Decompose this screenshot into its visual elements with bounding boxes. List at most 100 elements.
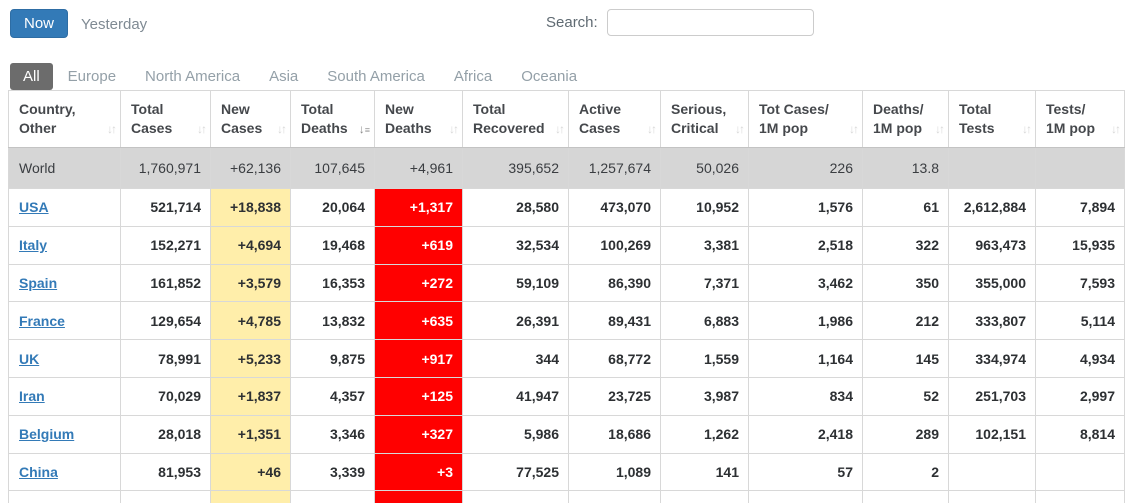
sort-both-icon: ↓↑ — [1111, 122, 1119, 136]
cell-total-recovered: 41,947 — [463, 377, 569, 415]
tab-africa[interactable]: Africa — [454, 68, 492, 85]
cell-tests-per-1m: 15,935 — [1036, 226, 1125, 264]
cell-tests-per-1m: 7,593 — [1036, 264, 1125, 302]
country-link[interactable]: France — [19, 313, 65, 329]
column-header-total-deaths[interactable]: TotalDeaths↓≡ — [291, 91, 375, 148]
sort-both-icon: ↓↑ — [197, 122, 205, 136]
cell-new-cases: +1,837 — [211, 377, 291, 415]
column-header-new-cases[interactable]: NewCases↓↑ — [211, 91, 291, 148]
sort-both-icon: ↓↑ — [935, 122, 943, 136]
table-row-france: France129,654+4,78513,832+63526,39189,43… — [9, 302, 1125, 340]
cell-new-deaths: +1,317 — [375, 189, 463, 227]
cell-new-deaths: +125 — [375, 377, 463, 415]
column-header-new-deaths[interactable]: NewDeaths↓↑ — [375, 91, 463, 148]
table-row-china: China81,953+463,339+377,5251,089141572 — [9, 453, 1125, 491]
cell-tests-per-1m: 7,894 — [1036, 189, 1125, 227]
tab-asia[interactable]: Asia — [269, 68, 298, 85]
cell-cases-per-1m: 3,462 — [749, 264, 863, 302]
cell-tests-per-1m: 5,114 — [1036, 302, 1125, 340]
cell-total-tests: 334,974 — [949, 340, 1036, 378]
cell-country: France — [9, 302, 121, 340]
cell-deaths-per-1m: 322 — [863, 226, 949, 264]
column-header-total-cases[interactable]: TotalCases↓↑ — [121, 91, 211, 148]
cell-country: Italy — [9, 226, 121, 264]
cell-total-recovered: 5,986 — [463, 415, 569, 453]
cell-total-deaths: 3,346 — [291, 415, 375, 453]
country-link[interactable]: Spain — [19, 275, 57, 291]
cell-serious-critical: 3,381 — [661, 226, 749, 264]
cell-serious-critical: 6,883 — [661, 302, 749, 340]
table-row-uk: UK78,991+5,2339,875+91734468,7721,5591,1… — [9, 340, 1125, 378]
column-header-total-recovered[interactable]: TotalRecovered↓↑ — [463, 91, 569, 148]
table-row-usa: USA521,714+18,83820,064+1,31728,580473,0… — [9, 189, 1125, 227]
cell-tests-per-1m: 2,997 — [1036, 377, 1125, 415]
cell-new-deaths: +3 — [375, 453, 463, 491]
tab-europe[interactable]: Europe — [68, 68, 116, 85]
table-row-partial — [9, 491, 1125, 503]
cell-active-cases: 86,390 — [569, 264, 661, 302]
country-link[interactable]: China — [19, 464, 58, 480]
cell-tests-per-1m — [1036, 491, 1125, 503]
column-header-cases-per-1m[interactable]: Tot Cases/1M pop↓↑ — [749, 91, 863, 148]
cell-total-deaths: 9,875 — [291, 340, 375, 378]
cell-total-deaths: 4,357 — [291, 377, 375, 415]
cell-country: USA — [9, 189, 121, 227]
cell-total-deaths — [291, 491, 375, 503]
cell-new-deaths: +327 — [375, 415, 463, 453]
cell-new-cases: +5,233 — [211, 340, 291, 378]
tab-north-america[interactable]: North America — [145, 68, 240, 85]
cell-tests-per-1m: 4,934 — [1036, 340, 1125, 378]
yesterday-button[interactable]: Yesterday — [81, 16, 147, 33]
column-header-active-cases[interactable]: ActiveCases↓↑ — [569, 91, 661, 148]
column-header-tests-per-1m[interactable]: Tests/1M pop↓↑ — [1036, 91, 1125, 148]
cell-active-cases: 473,070 — [569, 189, 661, 227]
cell-deaths-per-1m: 350 — [863, 264, 949, 302]
cell-total-cases: 28,018 — [121, 415, 211, 453]
cell-serious-critical: 3,987 — [661, 377, 749, 415]
table-row-italy: Italy152,271+4,69419,468+61932,534100,26… — [9, 226, 1125, 264]
cell-new-cases: +4,785 — [211, 302, 291, 340]
cell-total-tests: 355,000 — [949, 264, 1036, 302]
tab-oceania[interactable]: Oceania — [521, 68, 577, 85]
country-link[interactable]: Italy — [19, 237, 47, 253]
cell-country — [9, 491, 121, 503]
now-button[interactable]: Now — [10, 9, 68, 38]
cell-country: Belgium — [9, 415, 121, 453]
cell-new-deaths — [375, 491, 463, 503]
cell-active-cases: 23,725 — [569, 377, 661, 415]
cell-total-cases: 521,714 — [121, 189, 211, 227]
country-link[interactable]: USA — [19, 199, 49, 215]
country-link[interactable]: UK — [19, 351, 39, 367]
country-link[interactable]: Iran — [19, 388, 45, 404]
column-header-total-tests[interactable]: TotalTests↓↑ — [949, 91, 1036, 148]
cell-total-cases: 78,991 — [121, 340, 211, 378]
tab-all[interactable]: All — [10, 63, 53, 90]
cell-country: World — [9, 148, 121, 189]
cell-deaths-per-1m: 289 — [863, 415, 949, 453]
cell-total-tests: 963,473 — [949, 226, 1036, 264]
sort-both-icon: ↓↑ — [1022, 122, 1030, 136]
tab-south-america[interactable]: South America — [327, 68, 425, 85]
cell-new-deaths: +619 — [375, 226, 463, 264]
cell-deaths-per-1m — [863, 491, 949, 503]
table-row-spain: Spain161,852+3,57916,353+27259,10986,390… — [9, 264, 1125, 302]
cell-country: UK — [9, 340, 121, 378]
table-row-world: World1,760,971+62,136107,645+4,961395,65… — [9, 148, 1125, 189]
column-header-serious-critical[interactable]: Serious,Critical↓↑ — [661, 91, 749, 148]
column-header-country[interactable]: Country,Other↓↑ — [9, 91, 121, 148]
country-link[interactable]: Belgium — [19, 426, 74, 442]
cell-deaths-per-1m: 13.8 — [863, 148, 949, 189]
cell-serious-critical: 141 — [661, 453, 749, 491]
cell-total-deaths: 13,832 — [291, 302, 375, 340]
cell-total-tests: 2,612,884 — [949, 189, 1036, 227]
cell-active-cases: 1,257,674 — [569, 148, 661, 189]
column-header-deaths-per-1m[interactable]: Deaths/1M pop↓↑ — [863, 91, 949, 148]
cell-new-deaths: +4,961 — [375, 148, 463, 189]
cell-total-recovered: 395,652 — [463, 148, 569, 189]
cell-active-cases: 68,772 — [569, 340, 661, 378]
search-input[interactable] — [607, 9, 814, 36]
sort-active-desc-icon: ↓≡ — [359, 122, 369, 136]
sort-both-icon: ↓↑ — [647, 122, 655, 136]
cell-serious-critical: 1,559 — [661, 340, 749, 378]
cell-total-deaths: 20,064 — [291, 189, 375, 227]
